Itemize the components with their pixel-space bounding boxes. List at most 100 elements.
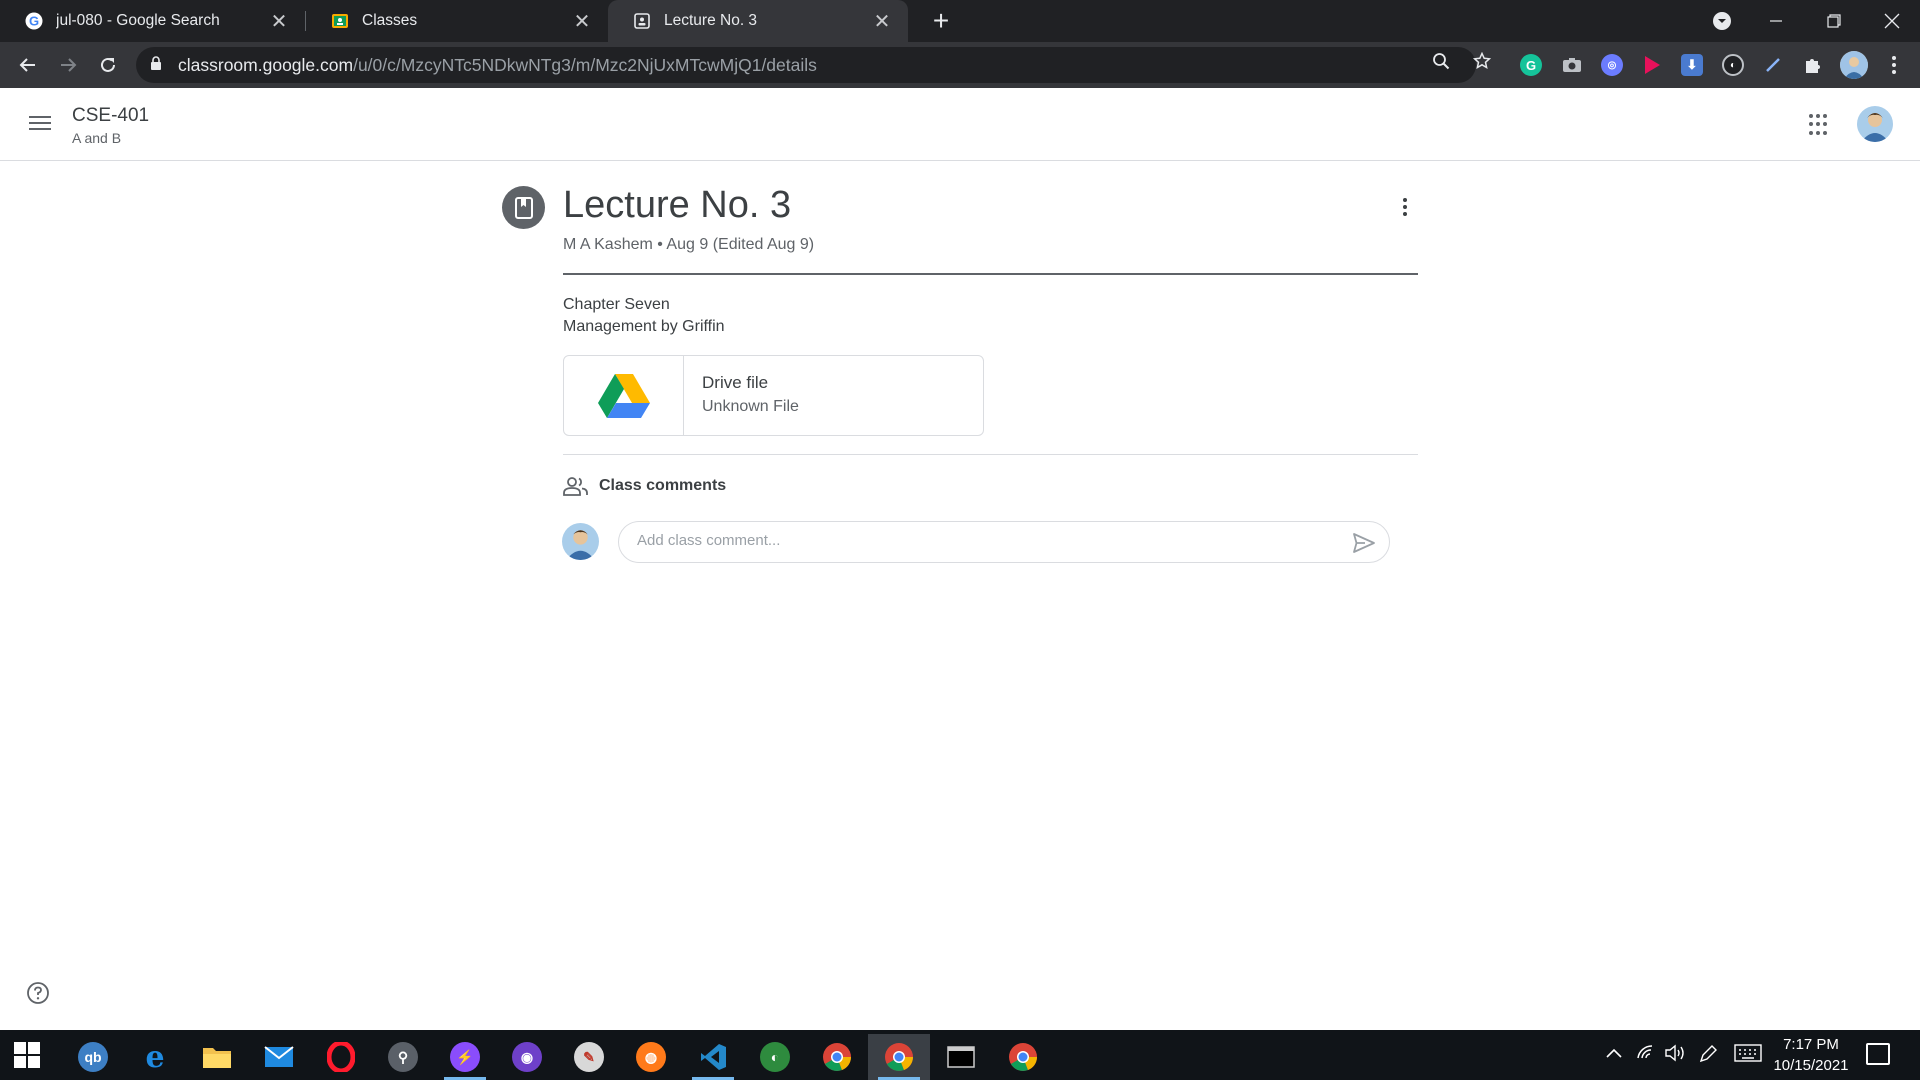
chevron-down-icon	[1713, 12, 1731, 30]
tab-classes[interactable]: Classes ✕	[306, 0, 608, 42]
clock-time: 7:17 PM	[1783, 1036, 1839, 1053]
browser-toolbar: classroom.google.com/u/0/c/MzcyNTc5NDkwN…	[0, 42, 1920, 88]
screenshot-extension-icon[interactable]	[1561, 54, 1583, 76]
grammarly-extension-icon[interactable]: G	[1520, 54, 1542, 76]
minimize-button[interactable]	[1748, 0, 1804, 42]
send-icon[interactable]	[1352, 531, 1376, 555]
globe-app-icon[interactable]: ◐	[744, 1034, 806, 1080]
restore-button[interactable]	[1806, 0, 1862, 42]
pen-icon[interactable]	[1698, 1044, 1718, 1069]
attachment-subtitle: Unknown File	[702, 398, 799, 415]
tab-title: jul-080 - Google Search	[56, 12, 220, 29]
class-comment-input[interactable]	[637, 532, 1317, 549]
browser-tab-bar: G jul-080 - Google Search ✕ Classes ✕ Le…	[0, 0, 1920, 42]
url-text[interactable]: classroom.google.com/u/0/c/MzcyNTc5NDkwN…	[178, 55, 817, 76]
chrome-active-icon[interactable]	[868, 1034, 930, 1080]
drive-file-attachment[interactable]: Drive file Unknown File	[563, 355, 984, 436]
post-description: Chapter Seven Management by Griffin	[563, 294, 725, 338]
url-domain: classroom.google.com	[178, 54, 354, 75]
class-section: A and B	[72, 130, 122, 146]
clock-date: 10/15/2021	[1773, 1057, 1849, 1074]
extension-icon[interactable]: ◐	[1722, 54, 1744, 76]
menu-icon	[29, 116, 51, 118]
play-extension-icon[interactable]	[1641, 54, 1663, 76]
file-explorer-icon[interactable]	[186, 1034, 248, 1080]
system-clock[interactable]: 7:17 PM 10/15/2021	[1766, 1034, 1856, 1076]
chrome-icon[interactable]	[806, 1034, 868, 1080]
windows-start-button[interactable]	[14, 1042, 40, 1068]
comments-heading: Class comments	[599, 477, 727, 494]
volume-icon[interactable]	[1664, 1044, 1686, 1067]
description-line: Management by Griffin	[563, 318, 725, 335]
class-name[interactable]: CSE-401	[72, 105, 149, 127]
material-icon	[502, 186, 545, 229]
chevron-up-icon[interactable]	[1605, 1044, 1623, 1064]
chrome-profile-icon[interactable]	[992, 1034, 1054, 1080]
mail-icon[interactable]	[248, 1034, 310, 1080]
paint-app-icon[interactable]: ✎	[558, 1034, 620, 1080]
close-icon[interactable]: ✕	[267, 9, 291, 34]
title-divider	[563, 273, 1418, 275]
classroom-header: CSE-401 A and B	[0, 88, 1920, 161]
svg-text:G: G	[29, 14, 39, 29]
lock-icon[interactable]	[150, 55, 164, 75]
qbittorrent-icon[interactable]: qb	[62, 1034, 124, 1080]
tab-search-button[interactable]	[1694, 0, 1750, 42]
close-icon[interactable]: ✕	[870, 9, 894, 34]
attachment-thumbnail	[564, 356, 684, 435]
opera-icon[interactable]	[310, 1034, 372, 1080]
attachment-title: Drive file	[702, 373, 769, 392]
firefox-icon[interactable]: ◍	[620, 1034, 682, 1080]
address-bar[interactable]: classroom.google.com/u/0/c/MzcyNTc5NDkwN…	[136, 47, 1476, 83]
download-extension-icon[interactable]: ⬇	[1681, 54, 1703, 76]
profile-avatar[interactable]	[1840, 51, 1868, 79]
tab-title: Lecture No. 3	[664, 12, 758, 29]
more-vertical-icon	[1403, 198, 1407, 202]
edge-icon[interactable]: e	[124, 1034, 186, 1080]
forward-button[interactable]	[52, 49, 84, 81]
windows-taskbar: qb e ⚲ ⚡ ◉ ✎ ◍ ◐ 7:17 PM 10/15/2021	[0, 1030, 1920, 1080]
post-title: Lecture No. 3	[563, 184, 792, 226]
comments-divider	[563, 454, 1418, 455]
bookmark-star-icon[interactable]	[1471, 50, 1493, 72]
extension-icon[interactable]: ◎	[1601, 54, 1623, 76]
tab-title: Classes	[362, 12, 418, 29]
classroom-post-icon	[632, 11, 652, 31]
terminal-icon[interactable]	[930, 1034, 992, 1080]
satellite-app-icon[interactable]: ⚲	[372, 1034, 434, 1080]
google-g-icon: G	[24, 11, 44, 31]
vscode-icon[interactable]	[682, 1034, 744, 1080]
comment-input-container	[618, 521, 1390, 563]
notification-center-icon[interactable]	[1866, 1043, 1890, 1065]
github-desktop-icon[interactable]: ◉	[496, 1034, 558, 1080]
more-options-button[interactable]	[1392, 192, 1418, 222]
reload-icon	[101, 57, 115, 72]
classroom-icon	[330, 11, 350, 31]
puzzle-extensions-icon[interactable]	[1802, 54, 1824, 76]
zoom-icon[interactable]	[1430, 50, 1452, 72]
help-icon[interactable]	[26, 981, 50, 1005]
messenger-icon[interactable]: ⚡	[434, 1034, 496, 1080]
class-comments-header: Class comments	[563, 476, 726, 496]
more-vertical-icon[interactable]	[1883, 54, 1905, 76]
post-meta: M A Kashem • Aug 9 (Edited Aug 9)	[563, 236, 815, 253]
wifi-icon[interactable]	[1636, 1044, 1656, 1065]
reload-button[interactable]	[92, 49, 124, 81]
google-drive-icon	[597, 373, 650, 418]
main-menu-button[interactable]	[26, 112, 54, 136]
people-icon	[563, 477, 588, 496]
window-close-button[interactable]	[1864, 0, 1920, 42]
tab-google-search[interactable]: G jul-080 - Google Search ✕	[0, 0, 305, 42]
arrow-right-icon	[61, 58, 77, 72]
description-line: Chapter Seven	[563, 296, 670, 313]
pen-extension-icon[interactable]	[1762, 54, 1784, 76]
close-icon[interactable]: ✕	[570, 9, 594, 34]
new-tab-button[interactable]: +	[924, 4, 958, 38]
google-apps-button[interactable]	[1809, 114, 1831, 136]
keyboard-icon[interactable]	[1734, 1044, 1762, 1067]
account-avatar[interactable]	[1857, 106, 1893, 142]
url-path: /u/0/c/MzcyNTc5NDkwNTg3/m/Mzc2NjUxMTcwMj…	[353, 54, 817, 75]
back-button[interactable]	[12, 49, 44, 81]
attachment-info: Drive file Unknown File	[684, 356, 799, 435]
tab-lecture[interactable]: Lecture No. 3 ✕	[608, 0, 908, 42]
